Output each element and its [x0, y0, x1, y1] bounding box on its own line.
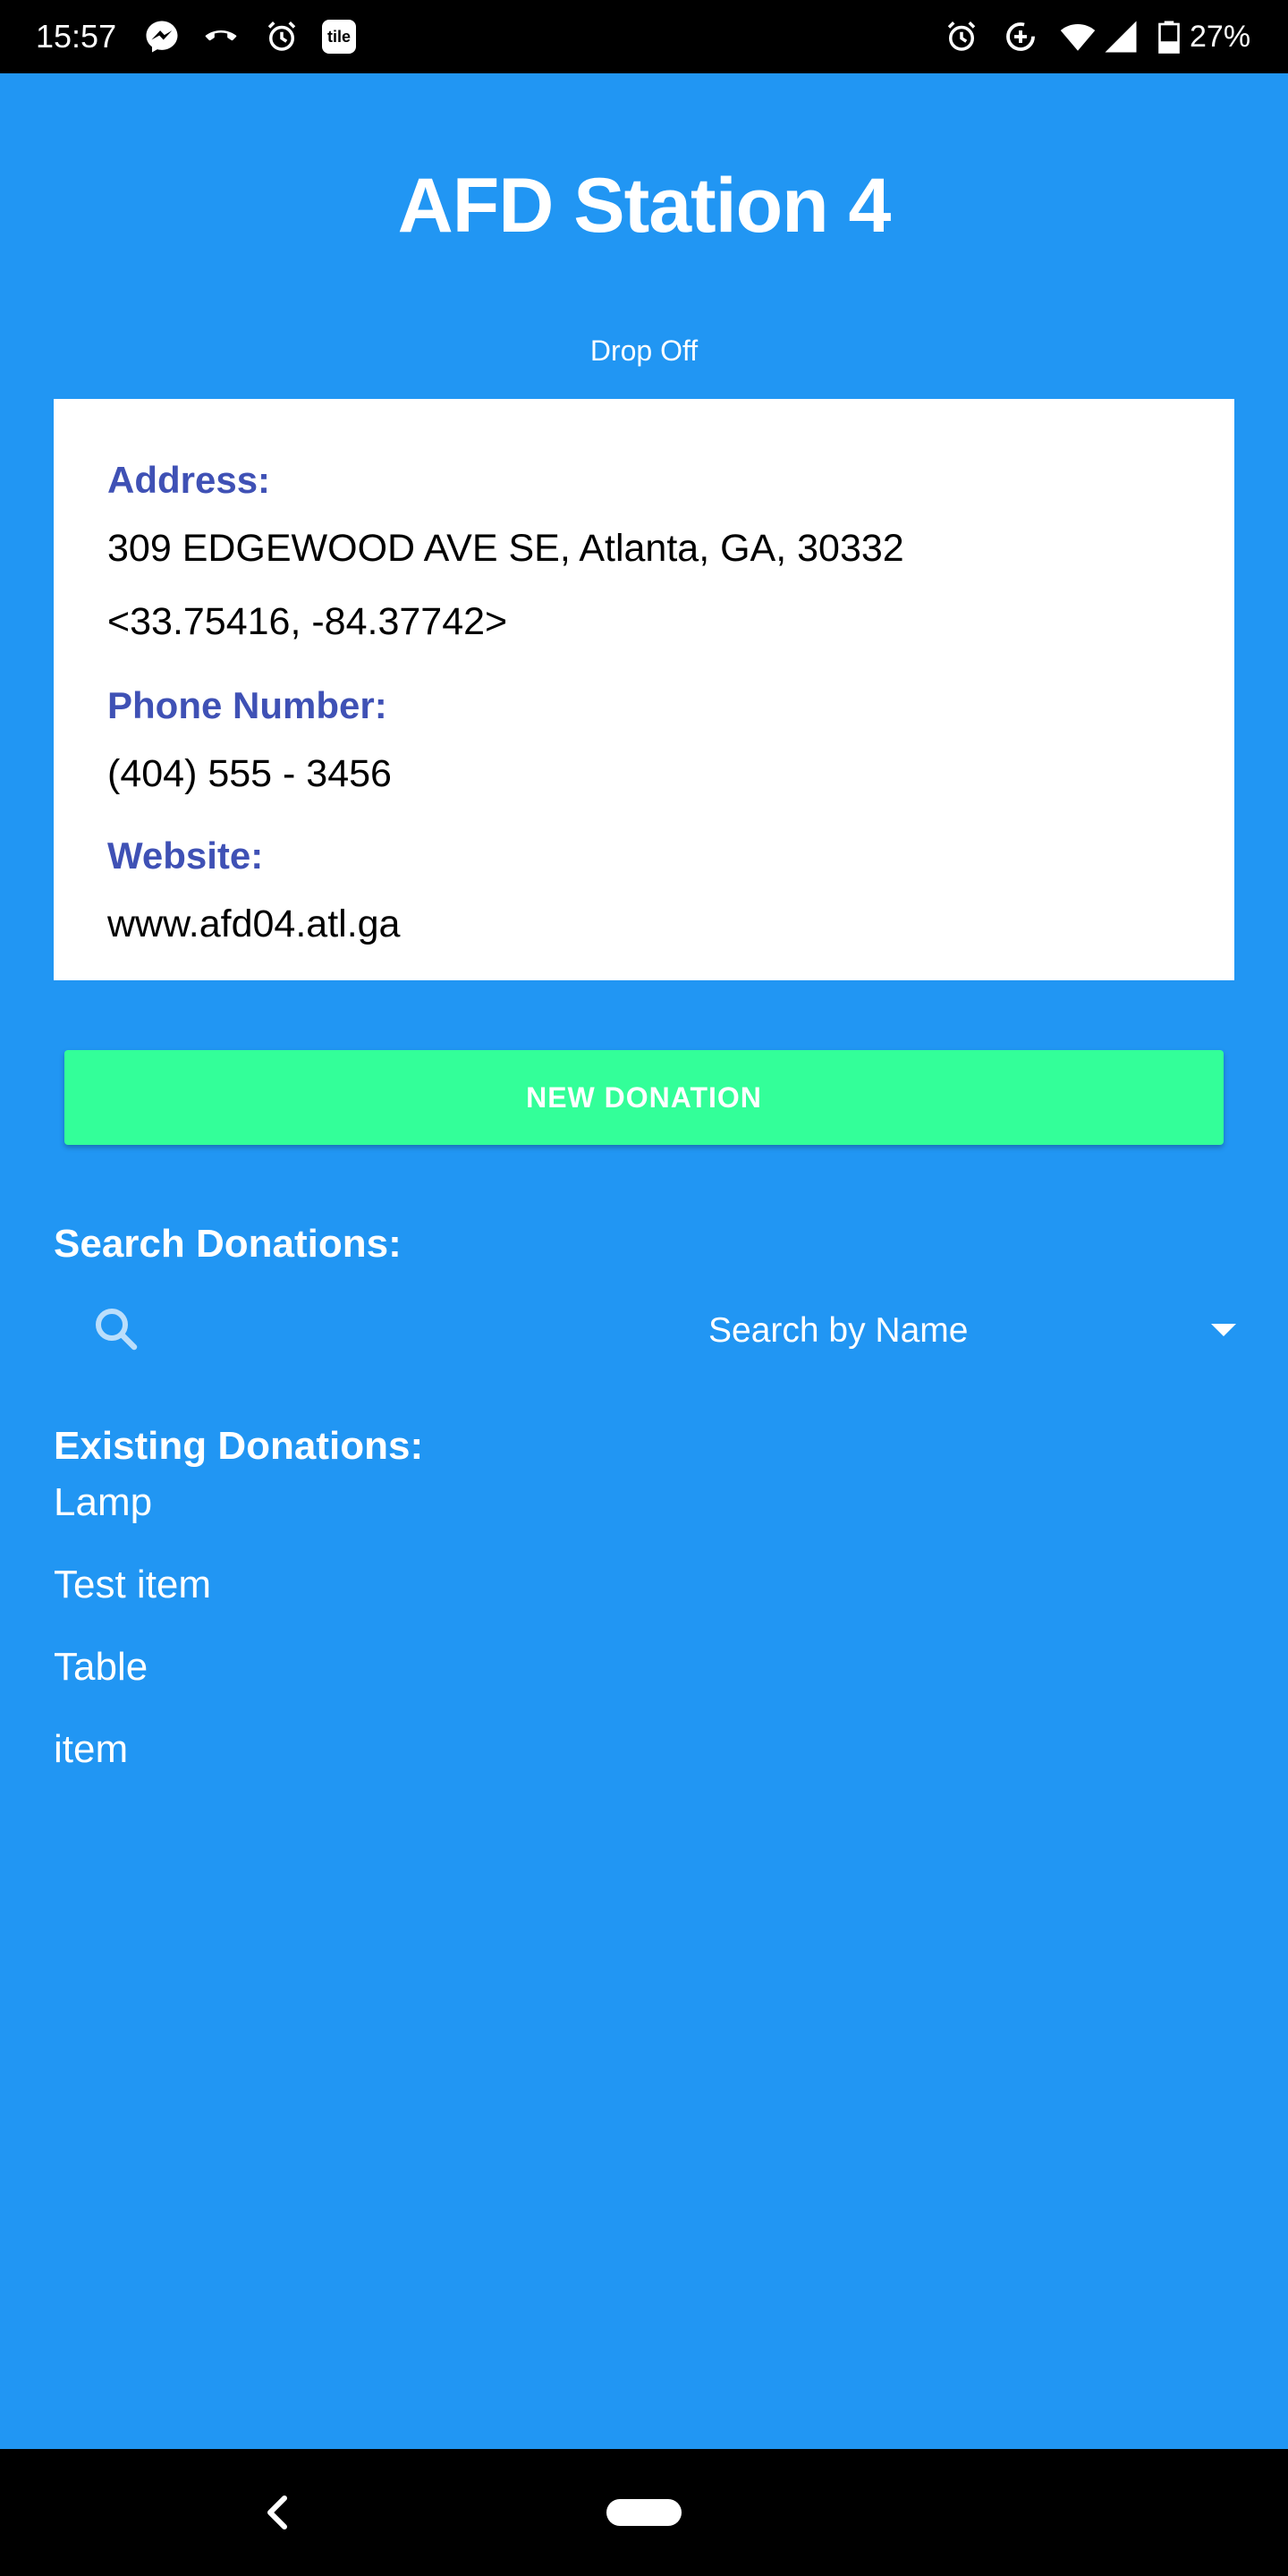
- search-mode-dropdown[interactable]: Search by Name: [680, 1306, 1252, 1356]
- back-icon[interactable]: [259, 2490, 295, 2535]
- battery-percentage: 27%: [1190, 20, 1251, 54]
- donation-item[interactable]: Table: [54, 1642, 148, 1692]
- phone-call-icon: [205, 30, 237, 41]
- signal-icon: [1105, 21, 1137, 53]
- existing-donations-label: Existing Donations:: [54, 1424, 424, 1468]
- home-button[interactable]: [606, 2499, 682, 2526]
- address-value: 309 EDGEWOOD AVE SE, Atlanta, GA, 30332: [107, 527, 904, 570]
- coordinates-value: <33.75416, -84.37742>: [107, 600, 508, 643]
- location-type: Drop Off: [589, 335, 699, 367]
- website-label: Website:: [107, 835, 264, 877]
- status-time: 15:57: [36, 18, 117, 55]
- website-value: www.afd04.atl.ga: [107, 902, 401, 945]
- new-donation-button[interactable]: NEW DONATION: [64, 1050, 1224, 1145]
- donation-item[interactable]: Test item: [54, 1560, 211, 1610]
- dropdown-arrow-icon: [1211, 1324, 1236, 1336]
- phone-value: (404) 555 - 3456: [107, 752, 392, 795]
- phone-label: Phone Number:: [107, 684, 387, 726]
- wifi-icon: [1060, 24, 1096, 51]
- location-info-card: Address: 309 EDGEWOOD AVE SE, Atlanta, G…: [54, 399, 1234, 980]
- battery-icon: [1158, 21, 1180, 54]
- donation-item[interactable]: item: [54, 1724, 128, 1775]
- search-donations-label: Search Donations:: [54, 1222, 402, 1266]
- donation-item[interactable]: Lamp: [54, 1478, 152, 1528]
- navigation-bar: [0, 2449, 1288, 2576]
- data-saver-icon: [1006, 22, 1035, 51]
- alarm-icon: [267, 21, 296, 51]
- alarm-icon: [947, 21, 976, 51]
- status-bar: 15:57 tile 27%: [0, 0, 1288, 73]
- address-label: Address:: [107, 459, 271, 501]
- search-icon[interactable]: [89, 1302, 143, 1356]
- tile-icon: tile: [322, 20, 356, 54]
- page-title: AFD Station 4: [397, 163, 892, 249]
- messenger-icon: [146, 21, 178, 53]
- search-mode-selected: Search by Name: [708, 1311, 969, 1350]
